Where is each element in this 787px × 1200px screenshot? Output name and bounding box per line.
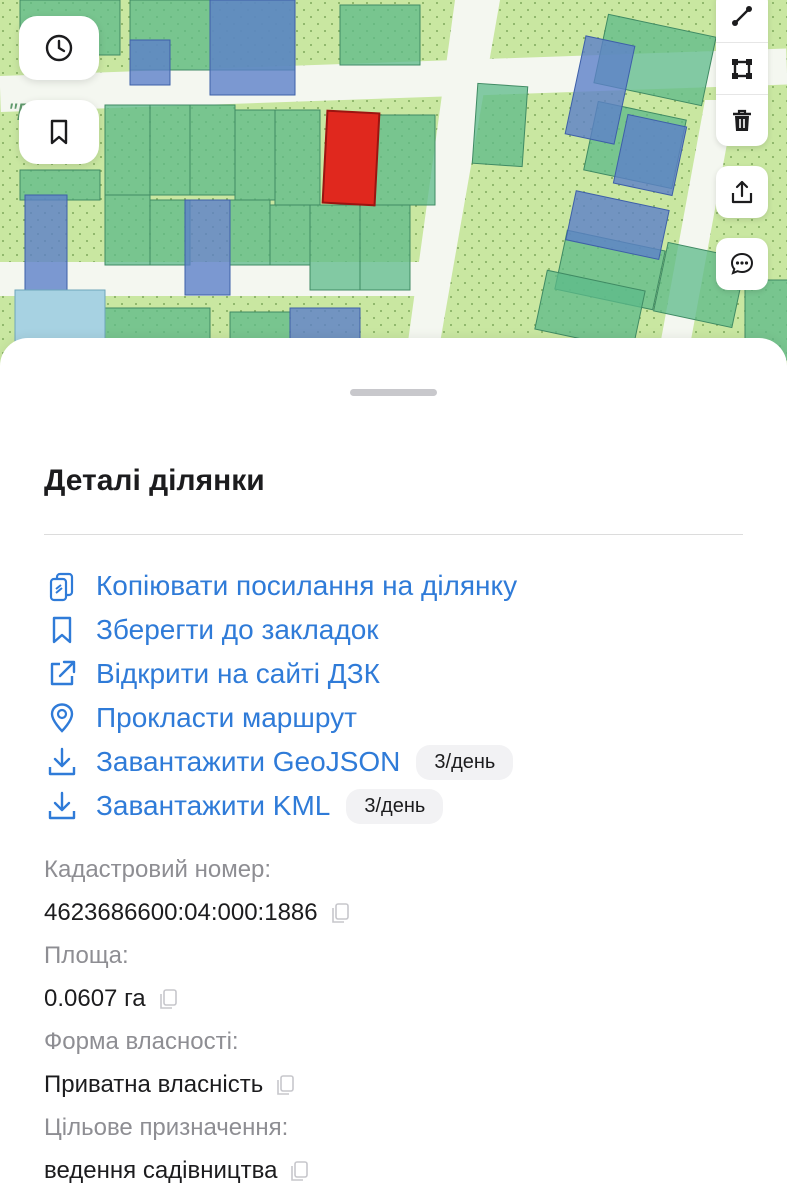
share-icon <box>731 180 753 204</box>
purpose-text: ведення садівництва <box>44 1157 278 1184</box>
bookmark-icon <box>44 612 80 648</box>
cadastral-number-value: 4623686600:04:000:1886 <box>44 891 744 934</box>
purpose-value: ведення садівництва <box>44 1149 744 1192</box>
line-tool-icon <box>732 6 752 26</box>
limit-badge: 3/день <box>416 744 514 780</box>
copy-icon[interactable] <box>328 901 352 925</box>
copy-link-label[interactable]: Копіювати посилання на ділянку <box>96 570 517 602</box>
download-kml-action[interactable]: Завантажити KML 3/день <box>44 784 744 828</box>
purpose-label: Цільове призначення: <box>44 1114 289 1141</box>
download-icon <box>44 744 80 780</box>
divider <box>44 534 743 535</box>
copy-icon[interactable] <box>273 1073 297 1097</box>
share-button[interactable] <box>716 166 768 218</box>
cadastral-number-label: Кадастровий номер: <box>44 856 272 883</box>
sheet-drag-handle[interactable] <box>350 389 437 396</box>
limit-badge: 3/день <box>346 788 444 824</box>
download-kml-label[interactable]: Завантажити KML <box>96 790 330 822</box>
download-geojson-label[interactable]: Завантажити GeoJSON <box>96 746 400 778</box>
parcel-fields: Кадастровий номер: 4623686600:04:000:188… <box>44 848 744 1192</box>
polygon-tool-icon <box>732 58 752 79</box>
external-link-icon <box>44 656 80 692</box>
history-button[interactable] <box>19 16 99 80</box>
bookmark-label[interactable]: Зберегти до закладок <box>96 614 379 646</box>
copy-link-icon <box>44 568 80 604</box>
ownership-text: Приватна власність <box>44 1071 264 1098</box>
bookmark-action[interactable]: Зберегти до закладок <box>44 608 744 652</box>
area-label: Площа: <box>44 942 129 969</box>
bookmark-icon <box>50 119 68 145</box>
selected-parcel <box>321 109 381 207</box>
copy-link-action[interactable]: Копіювати посилання на ділянку <box>44 564 744 608</box>
polygon-tool-button[interactable] <box>716 42 768 94</box>
actions-list: Копіювати посилання на ділянку Зберегти … <box>44 564 744 828</box>
open-dzk-action[interactable]: Відкрити на сайті ДЗК <box>44 652 744 696</box>
draw-tools-group <box>716 0 768 146</box>
bookmarks-button[interactable] <box>19 100 99 164</box>
copy-icon[interactable] <box>156 987 180 1011</box>
location-pin-icon <box>44 700 80 736</box>
line-tool-button[interactable] <box>716 0 768 42</box>
delete-tool-button[interactable] <box>716 94 768 146</box>
route-label[interactable]: Прокласти маршрут <box>96 702 357 734</box>
ownership-value: Приватна власність <box>44 1063 744 1106</box>
download-icon <box>44 788 80 824</box>
area-text: 0.0607 га <box>44 985 146 1012</box>
copy-icon[interactable] <box>287 1159 311 1183</box>
chat-icon <box>730 252 754 275</box>
clock-icon <box>45 34 73 62</box>
trash-icon <box>733 109 751 131</box>
route-action[interactable]: Прокласти маршрут <box>44 696 744 740</box>
sheet-title: Деталі ділянки <box>44 464 265 497</box>
download-geojson-action[interactable]: Завантажити GeoJSON 3/день <box>44 740 744 784</box>
chat-button[interactable] <box>716 238 768 290</box>
ownership-label: Форма власності: <box>44 1028 239 1055</box>
open-dzk-label[interactable]: Відкрити на сайті ДЗК <box>96 658 380 690</box>
parcel-details-sheet: Деталі ділянки Копіювати посилання на ді… <box>0 338 787 1200</box>
cadastral-number-text: 4623686600:04:000:1886 <box>44 899 318 926</box>
area-value: 0.0607 га <box>44 977 744 1020</box>
